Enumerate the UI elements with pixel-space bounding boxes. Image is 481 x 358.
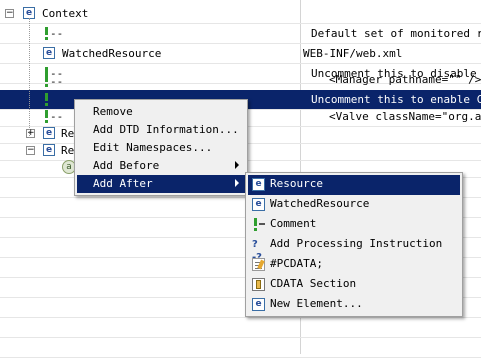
submenu-arrow-icon	[235, 161, 239, 169]
submenu-item-new-element[interactable]: e New Element...	[248, 295, 460, 315]
node-name: WatchedResource	[62, 47, 162, 60]
element-icon: e	[252, 298, 265, 311]
comment-icon	[252, 218, 265, 231]
menu-item-add-after[interactable]: Add After	[77, 175, 245, 193]
menu-item-label: Add Before	[93, 159, 160, 172]
menu-item-label: WatchedResource	[270, 197, 370, 210]
expand-icon[interactable]: +	[26, 129, 35, 138]
submenu-item-add-processing-instruction[interactable]: ?-? Add Processing Instruction	[248, 235, 460, 263]
collapse-icon[interactable]: −	[5, 9, 14, 18]
node-name: Re	[61, 144, 75, 157]
menu-item-label: Resource	[270, 177, 323, 190]
node-value: <Valve className="org.apac	[329, 110, 481, 123]
comment-icon	[42, 93, 54, 107]
pcdata-icon	[252, 258, 265, 271]
tree-row-empty	[0, 318, 481, 338]
menu-item-label: Add DTD Information...	[93, 123, 239, 136]
menu-item-label: CDATA Section	[270, 277, 357, 290]
menu-item-label: #PCDATA;	[270, 257, 323, 270]
menu-item-remove[interactable]: Remove	[77, 103, 245, 121]
tree-row[interactable]: e WatchedResource WEB-INF/web.xml	[0, 44, 481, 64]
processing-instruction-icon: ?-?	[252, 239, 262, 263]
menu-item-label: Add After	[93, 177, 153, 190]
add-after-submenu: e Resource e WatchedResource Comment ?-?…	[245, 172, 463, 317]
menu-item-label: Comment	[270, 217, 317, 230]
element-icon: e	[43, 127, 55, 139]
node-value: Uncomment this to enable Come	[311, 93, 481, 106]
element-icon: e	[252, 178, 265, 191]
tree-row-empty	[0, 338, 481, 358]
node-name: --	[50, 110, 64, 123]
node-name: --	[50, 75, 64, 88]
tree-row[interactable]: -- Default set of monitored reso	[0, 24, 481, 44]
submenu-item-cdata-section[interactable]: CDATA Section	[248, 275, 460, 295]
submenu-item-resource[interactable]: e Resource	[248, 175, 460, 195]
tree-row-continued: <Manager pathname="" /> --	[0, 70, 481, 88]
cdata-icon	[252, 278, 265, 291]
context-menu: Remove Add DTD Information... Edit Names…	[74, 99, 248, 196]
submenu-item-comment[interactable]: Comment	[248, 215, 460, 235]
node-value: WEB-INF/web.xml	[303, 47, 403, 60]
element-icon: e	[252, 198, 265, 211]
menu-item-add-dtd-information[interactable]: Add DTD Information...	[77, 121, 245, 139]
node-name: Context	[42, 7, 89, 20]
menu-item-label: New Element...	[270, 297, 363, 310]
node-value: Default set of monitored reso	[311, 27, 481, 40]
submenu-item-pcdata[interactable]: #PCDATA;	[248, 255, 460, 275]
element-icon: e	[43, 144, 55, 156]
menu-item-add-before[interactable]: Add Before	[77, 157, 245, 175]
menu-item-label: Add Processing Instruction	[270, 237, 443, 250]
tree-row-context[interactable]: − e Context	[0, 4, 481, 24]
menu-item-edit-namespaces[interactable]: Edit Namespaces...	[77, 139, 245, 157]
submenu-item-watchedresource[interactable]: e WatchedResource	[248, 195, 460, 215]
node-value: <Manager pathname="" />	[329, 73, 481, 86]
tree-guide-line	[29, 18, 30, 138]
menu-item-label: Remove	[93, 105, 133, 118]
node-name: Re	[61, 127, 75, 140]
node-name: --	[50, 27, 64, 40]
element-icon: e	[43, 47, 55, 59]
submenu-arrow-icon	[235, 179, 239, 187]
menu-item-label: Edit Namespaces...	[93, 141, 213, 154]
collapse-icon[interactable]: −	[26, 146, 35, 155]
